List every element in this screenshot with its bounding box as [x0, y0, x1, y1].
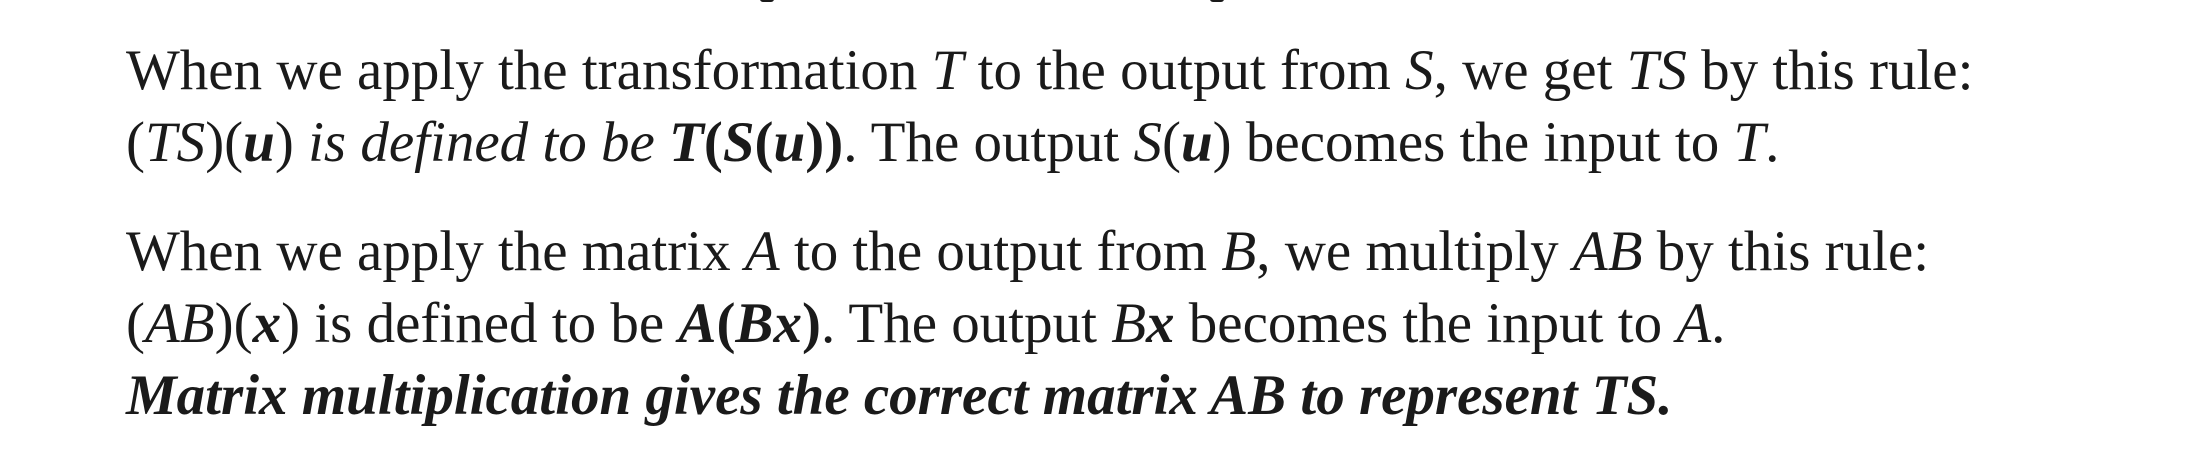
- math-AB: AB: [144, 292, 215, 355]
- math-x-vector: x: [1146, 292, 1175, 355]
- math-paren: ): [281, 292, 301, 355]
- paragraph-2-line-2: (AB)(x) is defined to be A(Bx). The outp…: [126, 291, 1725, 357]
- text-run: . The output: [843, 111, 1134, 174]
- text-run: becomes the input to: [1231, 111, 1734, 174]
- math-T-bold: T: [669, 111, 704, 174]
- math-paren: (: [1161, 111, 1181, 174]
- math-paren: )(: [214, 292, 253, 355]
- paragraph-1-line-2: (TS)(u) is defined to be T(S(u)). The ou…: [126, 110, 1779, 176]
- text-run: by this rule:: [1642, 220, 1930, 283]
- text-run: When we apply the transformation: [126, 39, 932, 102]
- math-paren: (: [126, 111, 145, 174]
- math-B-bold: B: [735, 292, 774, 355]
- math-x-vector: x: [252, 292, 282, 355]
- italic-definition-text: is defined to be: [293, 111, 670, 174]
- cropped-glyph: [1210, 0, 1224, 2]
- math-T: T: [931, 39, 964, 102]
- math-T: T: [1733, 111, 1766, 174]
- math-TS: TS: [1626, 39, 1687, 102]
- math-AB: AB: [1572, 220, 1643, 283]
- math-paren: ): [274, 111, 294, 174]
- text-run: becomes the input to: [1174, 292, 1677, 355]
- math-S-bold: S: [722, 111, 755, 174]
- text-run: , we get: [1433, 39, 1627, 102]
- cropped-previous-line: [0, 0, 2205, 6]
- bold-italic-text: to represent: [1286, 364, 1592, 427]
- math-paren: ): [1212, 111, 1232, 174]
- math-AB-bold: AB: [1210, 364, 1287, 427]
- document-page: When we apply the transformation T to th…: [0, 0, 2205, 452]
- text-run: is defined to be: [300, 292, 679, 355]
- math-u-vector: u: [1180, 111, 1213, 174]
- math-paren: (: [703, 111, 723, 174]
- math-x-vector: x: [773, 292, 802, 355]
- bold-italic-text: .: [1658, 364, 1673, 427]
- text-run: to the output from: [963, 39, 1406, 102]
- paragraph-2-line-1: When we apply the matrix A to the output…: [126, 219, 1929, 285]
- math-u-vector: u: [773, 111, 806, 174]
- math-A: A: [1676, 292, 1712, 355]
- math-TS-bold: TS: [1591, 364, 1659, 427]
- math-paren: (: [754, 111, 774, 174]
- paragraph-2-conclusion: Matrix multiplication gives the correct …: [126, 363, 1672, 429]
- math-TS: TS: [144, 111, 206, 174]
- text-run: When we apply the matrix: [126, 220, 745, 283]
- text-run: , we multiply: [1256, 220, 1573, 283]
- math-B: B: [1111, 292, 1147, 355]
- math-paren: (: [716, 292, 736, 355]
- math-u-vector: u: [243, 111, 275, 174]
- math-S: S: [1405, 39, 1434, 102]
- text-run: . The output: [820, 292, 1112, 355]
- cropped-glyph: [760, 0, 774, 2]
- paragraph-1-line-1: When we apply the transformation T to th…: [126, 38, 1973, 104]
- math-paren: )): [805, 111, 844, 174]
- math-paren: ): [801, 292, 821, 355]
- math-B: B: [1221, 220, 1257, 283]
- text-run: to the output from: [779, 220, 1222, 283]
- text-run: by this rule:: [1686, 39, 1974, 102]
- math-paren: )(: [205, 111, 244, 174]
- bold-italic-text: Matrix multiplication gives the correct …: [126, 364, 1211, 427]
- math-S: S: [1133, 111, 1162, 174]
- text-run: .: [1765, 111, 1780, 174]
- math-paren: (: [126, 292, 145, 355]
- math-A-bold: A: [678, 292, 717, 355]
- text-run: .: [1711, 292, 1726, 355]
- math-A: A: [744, 220, 780, 283]
